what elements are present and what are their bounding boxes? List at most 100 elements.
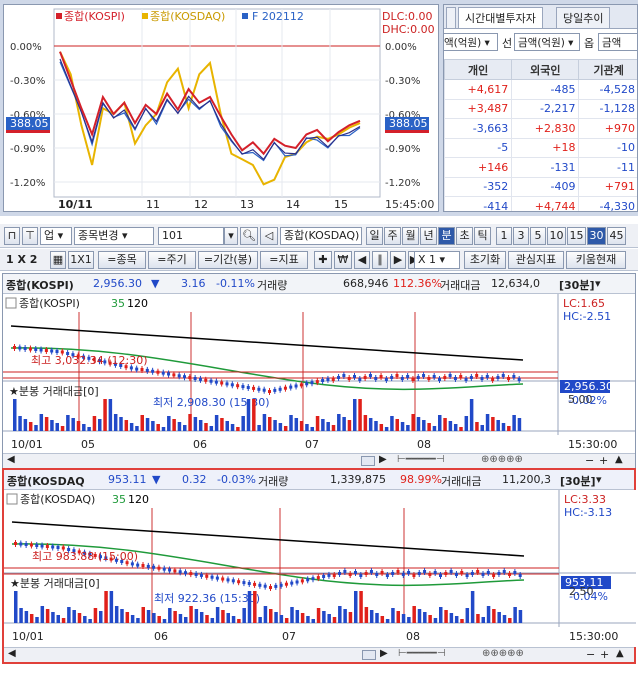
- table-row[interactable]: -414 +4,744 -4,330: [444, 196, 637, 211]
- prev-icon[interactable]: ◀: [354, 251, 370, 269]
- scroll-left-icon[interactable]: ◀: [8, 648, 16, 659]
- table-row[interactable]: -5 +18 -10: [444, 137, 637, 158]
- minute-button-5[interactable]: 5: [530, 227, 546, 245]
- tab-daily-trend[interactable]: 당일추이: [556, 7, 611, 28]
- volume-bar: [497, 612, 501, 623]
- table-row[interactable]: +146 -131 -11: [444, 157, 637, 178]
- grid-1x1-button[interactable]: 1X1: [68, 251, 94, 269]
- minute-button-45[interactable]: 45: [607, 227, 626, 245]
- zoom-in-icon[interactable]: +: [600, 648, 609, 661]
- symbol-change-select[interactable]: 종목변경 ▾: [74, 227, 154, 245]
- candle: [162, 567, 166, 571]
- candle: [214, 380, 218, 384]
- chart-tool-icons[interactable]: ⊕⊕⊕⊕⊕: [482, 648, 524, 659]
- candle: [384, 378, 388, 381]
- zoom-slider-icon[interactable]: ⊢━━━━━⊣: [398, 648, 446, 659]
- chart-tool-icons[interactable]: ⊕⊕⊕⊕⊕: [481, 454, 523, 465]
- scroll-right-icon[interactable]: ▶: [380, 648, 388, 659]
- tab-time-investor[interactable]: 시간대별투자자: [458, 7, 543, 28]
- minute-button-30[interactable]: 30: [587, 227, 606, 245]
- sync-indicator-button[interactable]: =지표: [260, 251, 308, 269]
- legend-box-icon[interactable]: [5, 297, 17, 309]
- symbol-name-field[interactable]: 종합(KOSDAQ): [280, 227, 362, 245]
- scroll-left-icon[interactable]: ◀: [7, 454, 15, 465]
- intraday-comparison-chart[interactable]: 종합(KOSPI) 종합(KOSDAQ) F 202112 DLC:0.00 D…: [3, 4, 439, 212]
- speaker-icon[interactable]: ◁: [260, 227, 278, 245]
- period-button-1[interactable]: 주: [384, 227, 401, 245]
- grid-icon[interactable]: ▦: [50, 251, 66, 269]
- kospi-scrollbar[interactable]: ◀ ▶ ⊢━━━━━⊣ ⊕⊕⊕⊕⊕ − + ▲: [3, 453, 635, 468]
- candle: [178, 570, 182, 574]
- search-icon[interactable]: 🔍︎: [240, 227, 258, 245]
- next-icon[interactable]: ▶: [390, 251, 406, 269]
- unit-select-2[interactable]: 금액(억원) ▾: [514, 33, 580, 51]
- tab-scroll-left[interactable]: [446, 7, 456, 28]
- pin-icon[interactable]: ⊤: [22, 227, 38, 245]
- minute-button-15[interactable]: 15: [567, 227, 586, 245]
- kosdaq-chart-pane[interactable]: 종합(KOSDAQ 953.11 ▼ 0.32 -0.03% 거래량 1,339…: [2, 468, 636, 664]
- favorite-indicator-button[interactable]: 관심지표: [508, 251, 564, 269]
- unit-select-3[interactable]: 금액: [598, 33, 637, 51]
- sync-symbol-button[interactable]: =종목: [98, 251, 146, 269]
- scroll-end-icon[interactable]: ▲: [616, 648, 624, 659]
- pane-dropdown-icon[interactable]: ▾: [595, 277, 601, 290]
- volume-bar: [433, 618, 438, 623]
- period-button-6[interactable]: 틱: [474, 227, 491, 245]
- period-button-3[interactable]: 년: [420, 227, 437, 245]
- sync-range-button[interactable]: =기간(봉): [198, 251, 258, 269]
- period-button-4[interactable]: 분: [438, 227, 455, 245]
- amount-value: 11,200,3: [502, 473, 551, 486]
- volume-bar: [145, 418, 150, 431]
- layout-label[interactable]: 1 X 2: [6, 253, 37, 266]
- table-row[interactable]: +3,487 -2,217 -1,128: [444, 98, 637, 119]
- table-row[interactable]: -352 -409 +791: [444, 176, 637, 197]
- volume-bar: [459, 427, 463, 431]
- ratio-select[interactable]: X 1 ▾: [414, 251, 460, 269]
- period-button-0[interactable]: 일: [366, 227, 383, 245]
- lock-icon[interactable]: ⊓: [4, 227, 20, 245]
- volume-bar: [492, 609, 496, 623]
- reset-button[interactable]: 초기화: [464, 251, 506, 269]
- code-input[interactable]: 101: [158, 227, 224, 245]
- kosdaq-scrollbar[interactable]: ◀ ▶ ⊢━━━━━⊣ ⊕⊕⊕⊕⊕ − + ▲: [4, 647, 634, 662]
- legend-box-icon[interactable]: [6, 493, 18, 505]
- volume-bar: [241, 416, 245, 431]
- minute-button-10[interactable]: 10: [547, 227, 566, 245]
- zoom-slider-icon[interactable]: ⊢━━━━━⊣: [397, 454, 445, 465]
- volume-bar: [496, 420, 500, 431]
- scroll-thumb[interactable]: [362, 650, 376, 660]
- scroll-end-icon[interactable]: ▲: [615, 454, 623, 465]
- zoom-in-icon[interactable]: +: [599, 454, 608, 467]
- code-dropdown-icon[interactable]: ▾: [224, 227, 238, 245]
- unit-select-1[interactable]: 액(억원) ▾: [444, 33, 498, 51]
- volume-bar: [300, 613, 305, 623]
- x-axis-label: 10/01: [11, 438, 43, 451]
- zoom-out-icon[interactable]: −: [586, 648, 595, 661]
- minute-button-1[interactable]: 1: [496, 227, 512, 245]
- candle: [183, 375, 186, 379]
- pane-dropdown-icon[interactable]: ▾: [596, 473, 602, 486]
- candle-type-icon[interactable]: ₩: [334, 251, 352, 269]
- volume-bar: [384, 427, 389, 431]
- zoom-out-icon[interactable]: −: [585, 454, 594, 467]
- scroll-thumb[interactable]: [361, 456, 375, 466]
- minute-button-3[interactable]: 3: [513, 227, 529, 245]
- table-row[interactable]: +4,617 -485 -4,528: [444, 79, 637, 100]
- volume-bar: [209, 426, 214, 431]
- kiwoom-current-button[interactable]: 키움현재: [566, 251, 626, 269]
- scroll-right-icon[interactable]: ▶: [379, 454, 387, 465]
- period-button-2[interactable]: 월: [402, 227, 419, 245]
- candle: [439, 574, 442, 577]
- table-row[interactable]: -3,663 +2,830 +970: [444, 118, 637, 139]
- kospi-chart-pane[interactable]: 종합(KOSPI) 2,956.30 ▼ 3.16 -0.11% 거래량 668…: [2, 273, 636, 469]
- candle: [496, 376, 500, 379]
- period-button-5[interactable]: 초: [456, 227, 473, 245]
- volume-label: 거래량: [257, 279, 288, 292]
- table-cell: -131: [511, 157, 580, 178]
- category-select[interactable]: 업 ▾: [40, 227, 72, 245]
- sync-period-button[interactable]: =주기: [148, 251, 196, 269]
- crosshair-icon[interactable]: ✚: [314, 251, 332, 269]
- pause-icon[interactable]: ∥: [372, 251, 388, 269]
- volume-bar: [481, 617, 485, 623]
- candle: [278, 387, 282, 391]
